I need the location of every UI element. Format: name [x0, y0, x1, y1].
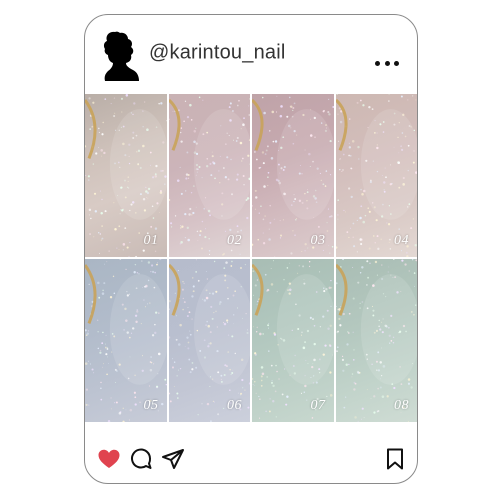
photo-tile[interactable]: 08 [335, 259, 417, 422]
tile-number: 05 [143, 398, 159, 413]
woman-silhouette-icon [103, 31, 139, 82]
send-icon[interactable] [161, 447, 185, 471]
photo-tile[interactable]: 02 [168, 94, 250, 257]
heart-icon[interactable] [97, 447, 121, 471]
photo-tile[interactable]: 03 [252, 94, 334, 257]
tile-number: 01 [143, 233, 159, 248]
tile-number: 02 [227, 233, 242, 248]
avatar[interactable] [101, 29, 143, 82]
username[interactable]: @karintou_nail [149, 42, 286, 65]
photo-tile[interactable]: 06 [168, 259, 250, 422]
post-actions [85, 425, 417, 483]
tile-number: 03 [310, 233, 326, 248]
tile-number: 08 [394, 398, 409, 413]
photo-tile[interactable]: 07 [252, 259, 334, 422]
tile-number: 07 [310, 398, 326, 413]
tile-number: 04 [394, 233, 409, 248]
photo-tile[interactable]: 01 [85, 94, 167, 257]
photo-tile[interactable]: 05 [85, 259, 167, 422]
bookmark-icon[interactable] [383, 447, 407, 471]
photo-tile[interactable]: 04 [335, 94, 417, 257]
post-card: @karintou_nail 01 02 03 04 05 06 07 08 [84, 14, 418, 484]
comment-bubble-icon[interactable] [129, 447, 153, 471]
post-header: @karintou_nail [85, 15, 417, 93]
tile-number: 06 [227, 398, 242, 413]
more-options-icon[interactable] [375, 61, 399, 67]
photo-grid: 01 02 03 04 05 06 07 08 [85, 94, 417, 422]
